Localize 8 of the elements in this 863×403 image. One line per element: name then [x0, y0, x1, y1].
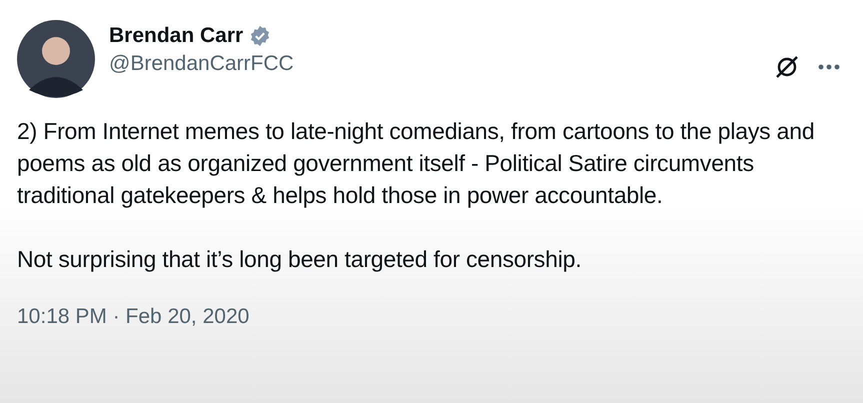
- tweet-text: 2) From Internet memes to late-night comedians, from cartoons to the plays and poems as old as organized government itself - Political Satire circumvents traditional gatekeepers & helps hold those in power accountable.: [17, 117, 816, 210]
- avatar[interactable]: [17, 20, 95, 98]
- author-handle[interactable]: @BrendanCarrFCC: [109, 50, 294, 78]
- tweet-text: Not surprising that it’s long been targeted for censorship.: [17, 245, 582, 274]
- more-options-icon[interactable]: [818, 64, 840, 70]
- slashed-circle-icon[interactable]: [774, 54, 800, 80]
- author-name[interactable]: Brendan Carr: [109, 22, 244, 50]
- tweet-timestamp[interactable]: 10:18 PM · Feb 20, 2020: [17, 305, 250, 328]
